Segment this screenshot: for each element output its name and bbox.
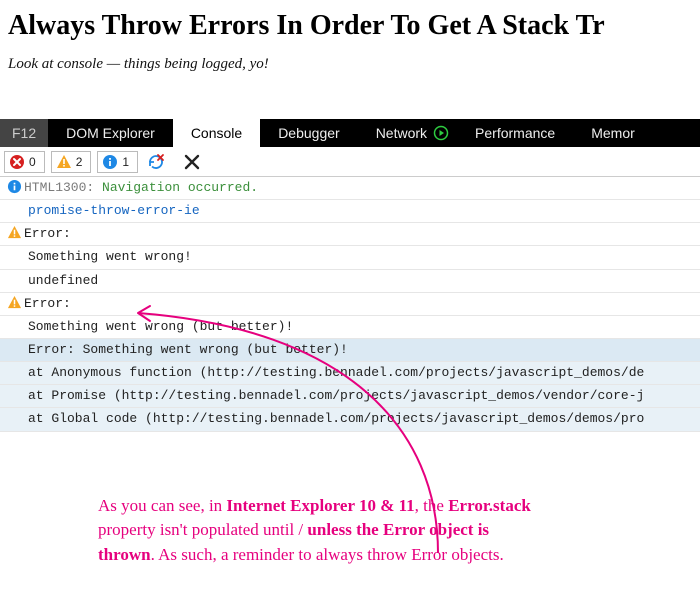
devtools-tabs: F12 DOM Explorer Console Debugger Networ… xyxy=(0,119,700,147)
anno-t: property isn't populated until / xyxy=(98,520,307,539)
error1-message: Something went wrong! xyxy=(24,247,700,267)
nav-message: Navigation occurred. xyxy=(102,180,258,195)
errors-count: 0 xyxy=(29,155,36,169)
anno-t: , the xyxy=(415,496,449,515)
warning-icon xyxy=(56,154,72,170)
clear-console-button[interactable] xyxy=(180,151,204,173)
console-row-warn1[interactable]: Error: xyxy=(0,223,700,246)
error1-header: Error: xyxy=(24,224,700,244)
html-code: HTML1300: xyxy=(24,180,94,195)
console-output: HTML1300: Navigation occurred. promise-t… xyxy=(0,177,700,432)
stack-trace-line: at Global code (http://testing.bennadel.… xyxy=(24,409,700,429)
warning-icon xyxy=(7,225,22,240)
console-row-selected[interactable]: Error: Something went wrong (but better)… xyxy=(0,339,700,362)
play-icon xyxy=(433,125,449,141)
console-row[interactable]: Something went wrong (but better)! xyxy=(0,316,700,339)
tab-debugger[interactable]: Debugger xyxy=(260,119,358,147)
tab-performance[interactable]: Performance xyxy=(457,119,573,147)
error2-stack-header: Error: Something went wrong (but better)… xyxy=(24,340,700,360)
error-icon xyxy=(9,154,25,170)
console-row-info[interactable]: HTML1300: Navigation occurred. xyxy=(0,177,700,200)
warnings-count: 2 xyxy=(76,155,83,169)
error2-message: Something went wrong (but better)! xyxy=(24,317,700,337)
console-toolbar: 0 2 1 xyxy=(0,147,700,177)
filter-warnings-button[interactable]: 2 xyxy=(51,151,92,173)
stack-trace-line: at Anonymous function (http://testing.be… xyxy=(24,363,700,383)
info-count: 1 xyxy=(122,155,129,169)
console-row-trace[interactable]: at Promise (http://testing.bennadel.com/… xyxy=(0,385,700,408)
tab-dom-explorer[interactable]: DOM Explorer xyxy=(48,119,173,147)
console-row[interactable]: Something went wrong! xyxy=(0,246,700,269)
info-icon xyxy=(102,154,118,170)
anno-t: Internet Explorer 10 & 11 xyxy=(226,496,414,515)
page-title: Always Throw Errors In Order To Get A St… xyxy=(8,10,700,42)
console-row-trace[interactable]: at Anonymous function (http://testing.be… xyxy=(0,362,700,385)
tab-network[interactable]: Network xyxy=(358,119,457,147)
info-icon xyxy=(7,179,22,194)
annotation-layer: As you can see, in Internet Explorer 10 … xyxy=(0,494,700,568)
refresh-x-icon xyxy=(147,153,165,171)
anno-t: As you can see, in xyxy=(98,496,226,515)
error1-stack: undefined xyxy=(24,271,700,291)
stack-trace-line: at Promise (http://testing.bennadel.com/… xyxy=(24,386,700,406)
error2-header: Error: xyxy=(24,294,700,314)
filter-errors-button[interactable]: 0 xyxy=(4,151,45,173)
filter-info-button[interactable]: 1 xyxy=(97,151,138,173)
anno-t: thrown xyxy=(98,545,151,564)
tab-f12[interactable]: F12 xyxy=(0,119,48,147)
anno-t: . As such, a reminder to always throw Er… xyxy=(151,545,504,564)
console-row-source[interactable]: promise-throw-error-ie xyxy=(0,200,700,223)
console-row[interactable]: undefined xyxy=(0,270,700,293)
tab-network-label: Network xyxy=(376,125,427,141)
tab-console[interactable]: Console xyxy=(173,119,260,147)
warning-icon xyxy=(7,295,22,310)
anno-t: Error.stack xyxy=(448,496,531,515)
page-subtitle: Look at console — things being logged, y… xyxy=(8,56,700,73)
anno-t: unless the Error object is xyxy=(307,520,489,539)
tab-memory[interactable]: Memor xyxy=(573,119,635,147)
clear-on-navigate-button[interactable] xyxy=(144,151,168,173)
annotation-text: As you can see, in Internet Explorer 10 … xyxy=(98,494,660,568)
close-icon xyxy=(184,154,200,170)
console-row-trace[interactable]: at Global code (http://testing.bennadel.… xyxy=(0,408,700,431)
console-row-warn2[interactable]: Error: xyxy=(0,293,700,316)
source-link[interactable]: promise-throw-error-ie xyxy=(28,203,200,218)
devtools-panel: F12 DOM Explorer Console Debugger Networ… xyxy=(0,119,700,432)
